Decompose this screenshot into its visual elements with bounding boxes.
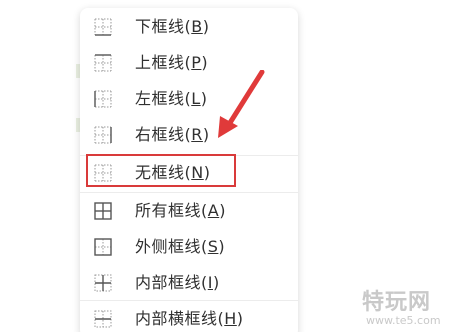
menu-item-label: 内部框线(I) [135,273,220,292]
menu-item-label: 上框线(P) [135,53,209,72]
menu-item-label: 下框线(B) [135,17,210,36]
border-left-icon [94,90,112,108]
menu-item-inside-horizontal-border[interactable]: 内部横框线(H) [80,302,298,332]
border-inside-icon [94,274,112,292]
border-inside-horizontal-icon [94,310,112,328]
menu-item-label: 右框线(R) [135,125,210,144]
watermark-url: www.te5.com [366,314,441,327]
screenshot-stage: 下框线(B) 上框线(P) 左框线(L) 右框线(R) 无框线(N) 所有框线(… [0,0,457,332]
menu-item-all-borders[interactable]: 所有框线(A) [80,194,298,228]
spreadsheet-background [0,0,80,332]
annotation-arrow-icon [218,70,265,138]
border-top-icon [94,54,112,72]
menu-item-label: 左框线(L) [135,89,208,108]
menu-separator [80,300,298,301]
border-right-icon [94,126,112,144]
menu-item-outside-borders[interactable]: 外侧框线(S) [80,230,298,264]
border-bottom-icon [94,18,112,36]
menu-item-label: 内部横框线(H) [135,309,244,328]
menu-item-inside-borders[interactable]: 内部框线(I) [80,266,298,300]
border-all-icon [94,202,112,220]
site-watermark: 特玩网 www.te5.com [362,284,457,332]
menu-item-label: 所有框线(A) [135,201,226,220]
menu-item-bottom-border[interactable]: 下框线(B) [80,10,298,44]
menu-item-label: 外侧框线(S) [135,237,226,256]
highlight-box-no-border [86,154,236,187]
border-outside-icon [94,238,112,256]
watermark-logo-text: 特玩网 [362,290,432,315]
menu-separator [80,192,298,193]
